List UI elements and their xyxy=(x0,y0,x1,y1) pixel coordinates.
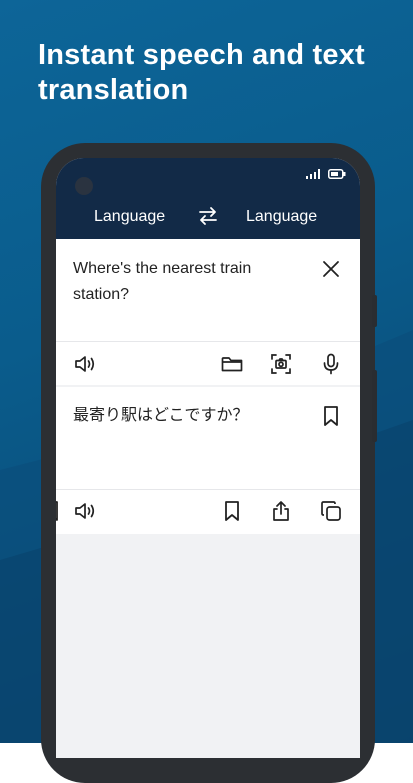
target-language-button[interactable]: Language xyxy=(246,208,317,226)
language-bar: Language Language xyxy=(56,158,360,239)
microphone-icon[interactable] xyxy=(319,352,343,376)
bookmark-icon[interactable] xyxy=(220,499,244,523)
copy-icon[interactable] xyxy=(319,499,343,523)
swap-icon[interactable] xyxy=(196,204,220,228)
share-icon[interactable] xyxy=(269,499,293,523)
signal-icon xyxy=(306,166,322,184)
bookmark-icon[interactable] xyxy=(56,499,63,523)
translation-panel: 最寄り駅はどこですか？ xyxy=(56,387,360,534)
headline: Instant speech and text translation xyxy=(38,39,365,106)
divider xyxy=(56,341,360,342)
translated-text: 最寄り駅はどこですか？ xyxy=(73,405,249,424)
divider xyxy=(56,489,360,490)
speaker-icon[interactable] xyxy=(73,352,97,376)
camera-scan-icon[interactable] xyxy=(269,352,293,376)
phone-side-button xyxy=(372,370,377,442)
source-language-button[interactable]: Language xyxy=(94,208,165,226)
status-bar xyxy=(306,168,346,182)
speaker-icon[interactable] xyxy=(73,499,97,523)
bookmark-icon[interactable] xyxy=(319,404,343,428)
app-screen: Language Language Where's the nearest tr… xyxy=(56,158,360,758)
front-camera xyxy=(75,177,93,195)
phone-side-button xyxy=(372,295,377,327)
folder-icon[interactable] xyxy=(220,352,244,376)
battery-icon xyxy=(328,166,346,184)
source-text-panel: Where's the nearest train station? xyxy=(56,239,360,385)
close-icon[interactable] xyxy=(319,257,343,281)
source-text[interactable]: Where's the nearest train station? xyxy=(73,256,303,308)
